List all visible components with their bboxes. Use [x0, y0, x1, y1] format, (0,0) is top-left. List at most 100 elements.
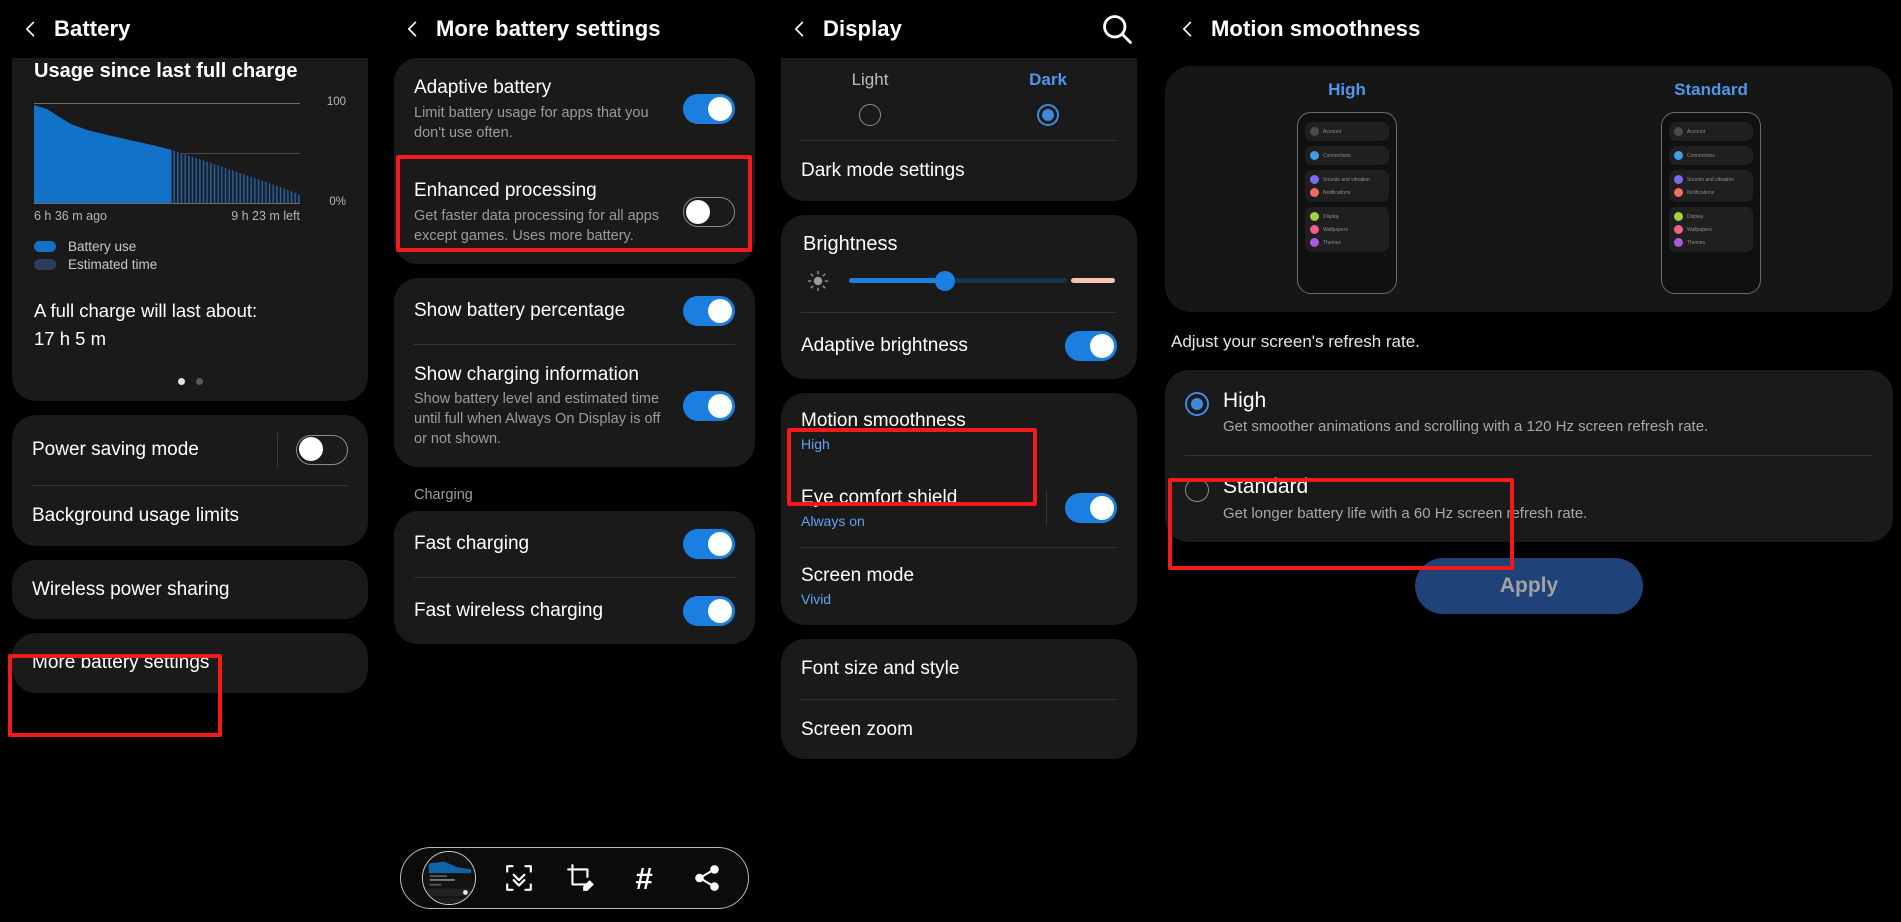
page-dot[interactable]: [195, 377, 203, 385]
option-sublabel: Get longer battery life with a 60 Hz scr…: [1223, 504, 1588, 522]
fast-charging-toggle[interactable]: [683, 529, 735, 560]
power-saving-toggle[interactable]: [296, 434, 348, 465]
full-charge-value: 17 h 5 m: [34, 327, 106, 349]
brightness-slider[interactable]: [849, 270, 1115, 291]
phone-row: Wallpapers: [1669, 223, 1753, 236]
phone-row-label: Display: [1323, 213, 1340, 220]
phone-group: Account: [1669, 122, 1753, 141]
option-standard[interactable]: Standard Get longer battery life with a …: [1165, 456, 1893, 541]
section-header-charging: Charging: [414, 487, 473, 504]
row-adaptive-battery[interactable]: Adaptive battery Limit battery usage for…: [394, 58, 755, 161]
row-label: Fast wireless charging: [414, 600, 604, 622]
row-motion-smoothness[interactable]: Motion smoothness High: [781, 393, 1137, 470]
row-label: Show battery percentage: [414, 299, 626, 321]
phone-preview-high: Account Connections Sounds and vibration…: [1297, 112, 1397, 294]
preview-high[interactable]: High Account Connections Sounds and vibr…: [1165, 80, 1529, 294]
screenshot-toolbar: #: [400, 847, 749, 909]
chart-time-start: 6 h 36 m ago: [34, 209, 107, 223]
phone-group: Connections: [1669, 146, 1753, 165]
phone-group: Account: [1305, 122, 1389, 141]
back-icon[interactable]: [396, 12, 430, 46]
theme-label: Dark: [1029, 70, 1067, 89]
light-mode-radio[interactable]: [859, 104, 881, 126]
preview-standard[interactable]: Standard Account Connections Sounds and …: [1529, 80, 1893, 294]
wireless-power-sharing-card: Wireless power sharing: [12, 559, 368, 620]
back-icon[interactable]: [783, 12, 817, 46]
phone-row-label: Sounds and vibration: [1687, 176, 1734, 183]
row-fast-charging[interactable]: Fast charging: [394, 511, 755, 577]
theme-option-light[interactable]: Light: [781, 58, 959, 140]
adaptive-brightness-toggle[interactable]: [1065, 330, 1117, 361]
motion-smoothness-appbar: Motion smoothness: [1151, 0, 1901, 58]
row-screen-mode[interactable]: Screen mode Vivid: [781, 548, 1137, 625]
option-label: Standard: [1223, 475, 1309, 499]
high-refresh-radio[interactable]: [1185, 392, 1209, 416]
panel-motion-smoothness: Motion smoothness High Account Connectio…: [1151, 0, 1901, 922]
screen-settings-card: Motion smoothness High Eye comfort shiel…: [781, 392, 1137, 625]
phone-group: Sounds and vibration Notifications: [1669, 170, 1753, 202]
enhanced-processing-toggle[interactable]: [683, 197, 735, 228]
back-icon[interactable]: [1171, 12, 1205, 46]
apply-button[interactable]: Apply: [1415, 557, 1643, 614]
phone-row-label: Sounds and vibration: [1323, 176, 1370, 183]
theme-option-dark[interactable]: Dark: [959, 58, 1137, 140]
row-fast-wireless-charging[interactable]: Fast wireless charging: [394, 578, 755, 644]
search-icon[interactable]: [1099, 11, 1135, 47]
dark-mode-radio[interactable]: [1037, 104, 1059, 126]
back-icon[interactable]: [14, 12, 48, 46]
brightness-slider-thumb[interactable]: [934, 270, 955, 291]
phone-row: Account: [1305, 125, 1389, 138]
row-eye-comfort-shield[interactable]: Eye comfort shield Always on: [781, 470, 1137, 547]
chart-time-labels: 6 h 36 m ago 9 h 23 m left: [34, 209, 300, 223]
phone-row-label: Notifications: [1323, 189, 1351, 196]
phone-row: Themes: [1305, 236, 1389, 249]
theme-mode-selector: Light Dark: [781, 58, 1137, 140]
hashtag-tag-icon[interactable]: #: [624, 858, 664, 898]
adaptive-battery-toggle[interactable]: [683, 94, 735, 125]
phone-row: Notifications: [1669, 186, 1753, 199]
page-dot[interactable]: [177, 377, 185, 385]
screenshot-thumbnail[interactable]: [422, 851, 477, 905]
eye-comfort-shield-toggle[interactable]: [1065, 493, 1117, 524]
row-more-battery-settings[interactable]: More battery settings: [12, 633, 368, 693]
phone-row-label: Themes: [1687, 239, 1706, 246]
row-screen-zoom[interactable]: Screen zoom: [781, 700, 1137, 760]
row-power-saving-mode[interactable]: Power saving mode: [12, 415, 368, 485]
row-wireless-power-sharing[interactable]: Wireless power sharing: [12, 560, 368, 620]
phone-row: Notifications: [1305, 186, 1389, 199]
show-battery-percentage-toggle[interactable]: [683, 295, 735, 326]
phone-row-label: Notifications: [1687, 189, 1715, 196]
row-label: Background usage limits: [32, 504, 239, 526]
standard-refresh-radio[interactable]: [1185, 478, 1209, 503]
theme-label: Light: [851, 70, 889, 89]
row-label: Fast charging: [414, 533, 530, 555]
row-show-battery-percentage[interactable]: Show battery percentage: [394, 278, 755, 344]
adaptive-battery-card: Adaptive battery Limit battery usage for…: [394, 58, 755, 264]
preview-label: Standard: [1674, 80, 1748, 99]
refresh-rate-description: Adjust your screen's refresh rate.: [1171, 332, 1420, 351]
phone-group: Display Wallpapers Themes: [1669, 207, 1753, 252]
row-enhanced-processing[interactable]: Enhanced processing Get faster data proc…: [394, 161, 755, 264]
legend-label: Estimated time: [68, 257, 158, 272]
fast-wireless-charging-toggle[interactable]: [683, 596, 735, 627]
row-font-size-and-style[interactable]: Font size and style: [781, 639, 1137, 699]
phone-row: Connections: [1305, 149, 1389, 162]
show-charging-information-toggle[interactable]: [683, 390, 735, 421]
crop-edit-icon[interactable]: [561, 858, 601, 898]
option-label: High: [1223, 389, 1267, 412]
phone-preview-standard: Account Connections Sounds and vibration…: [1661, 112, 1761, 294]
row-dark-mode-settings[interactable]: Dark mode settings: [781, 141, 1137, 201]
battery-usage-card: Usage since last full charge 100 0% 6 h …: [12, 58, 368, 401]
usage-heading: Usage since last full charge: [34, 60, 298, 82]
share-icon[interactable]: [687, 858, 727, 898]
row-label: Motion smoothness: [801, 409, 966, 431]
row-show-charging-information[interactable]: Show charging information Show battery l…: [394, 345, 755, 468]
phone-row-label: Themes: [1323, 239, 1342, 246]
row-background-usage-limits[interactable]: Background usage limits: [12, 486, 368, 546]
row-adaptive-brightness[interactable]: Adaptive brightness: [781, 313, 1137, 379]
row-label: More battery settings: [32, 652, 210, 674]
option-high[interactable]: High Get smoother animations and scrolli…: [1165, 370, 1893, 455]
row-label: Show charging information: [414, 363, 639, 385]
display-appbar: Display: [769, 0, 1149, 58]
scroll-capture-icon[interactable]: [499, 858, 539, 898]
